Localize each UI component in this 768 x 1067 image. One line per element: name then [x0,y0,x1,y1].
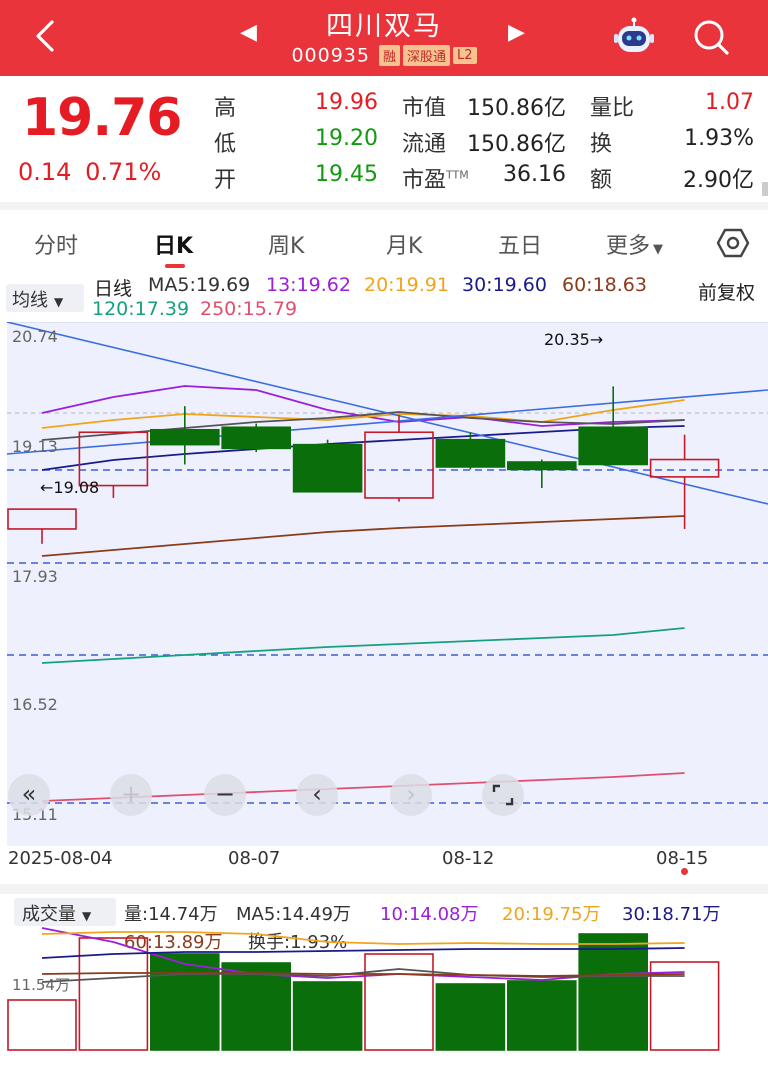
pe-value: 36.16 [503,162,566,187]
kline-chart[interactable]: 20.74 19.13 17.93 16.52 15.11 20.35→ ←19… [0,322,768,846]
stock-code: 000935 [291,44,370,67]
volume-bar [578,933,649,1051]
date-label: 08-12 [442,848,495,869]
date-label: 08-07 [228,848,281,869]
turnover-label: 换 [590,132,613,157]
candle-body [292,443,363,493]
volume-bar [7,999,77,1051]
ma30-legend: 30:19.60 [462,274,547,296]
ma120-legend: 120:17.39 [92,298,190,320]
period-label: 日线 [94,278,133,300]
tab-more-label: 更多 [606,234,651,259]
fullscreen-icon [492,784,514,806]
app-header: ◀ 四川双马 ▶ 000935 融深股通 L2 [0,0,768,76]
candle-body [150,428,220,446]
float-label: 流通 [402,132,447,157]
tab-intraday[interactable]: 分时 [34,228,78,260]
zoom-in-button[interactable]: + [110,774,152,816]
candle-body [578,426,649,466]
date-axis: 2025-08-04 08-07 08-12 08-15 [0,846,768,876]
rewind-button[interactable]: « [8,774,50,816]
low-value: 19.20 [315,126,378,151]
volume-bar [506,980,577,1051]
fullscreen-button[interactable] [482,774,524,816]
indicator-dropdown-label: 均线 [12,290,48,311]
price-axis-label: 17.93 [12,567,58,586]
float-value: 150.86亿 [467,132,566,157]
scroll-left-button[interactable]: ‹ [296,774,338,816]
ma-legend: 均线 ▼ 日线 MA5:19.69 13:19.62 20:19.91 30:19… [0,272,768,320]
price-axis-label: 20.74 [12,327,58,346]
tab-daily-k[interactable]: 日K [154,228,193,260]
open-label: 开 [214,168,237,193]
caret-down-icon: ▼ [54,295,64,309]
chart-background [7,322,768,846]
tab-five-day[interactable]: 五日 [498,228,542,260]
quote-panel: 19.76 0.14 0.71% 高 低 开 19.96 19.20 19.45… [0,76,768,202]
current-date-dot [681,868,688,875]
panel-scroll-handle[interactable] [762,182,768,196]
amount-label: 额 [590,168,613,193]
vol-ratio-value: 1.07 [705,90,754,115]
mcap-label: 市值 [402,96,447,121]
change-percent: 0.71% [85,158,162,186]
price-axis-label: 16.52 [12,695,58,714]
volume-chart[interactable]: 11.54万 [0,922,768,1067]
section-divider [0,202,768,210]
ma5-legend: MA5:19.69 [148,274,251,296]
tab-more[interactable]: 更多 ▼ [606,228,663,260]
search-icon[interactable] [690,16,732,58]
tab-monthly-k[interactable]: 月K [386,228,422,260]
mcap-value: 150.86亿 [467,96,566,121]
indicator-dropdown[interactable]: 均线 ▼ [6,284,84,312]
section-divider [0,884,768,894]
date-label: 08-15 [656,848,709,869]
caret-down-icon: ▼ [82,909,92,923]
adjust-mode[interactable]: 前复权 [698,278,755,305]
high-label: 高 [214,96,237,121]
tab-weekly-k[interactable]: 周K [268,228,304,260]
change-amount: 0.14 [18,158,72,186]
low-annotation: ←19.08 [40,478,99,497]
candle-body [221,426,291,450]
robot-assistant-icon[interactable] [612,16,656,56]
candle-body [506,461,577,471]
active-tab-indicator [165,264,185,268]
price-change: 0.14 0.71% [18,158,167,186]
volume-axis-label: 11.54万 [12,976,70,994]
connect-tag: 深股通 [403,45,451,66]
ma60-legend: 60:18.63 [562,274,647,296]
ma13-legend: 13:19.62 [266,274,351,296]
l2-tag: L2 [453,47,477,64]
ma20-legend: 20:19.91 [364,274,449,296]
ma250-legend: 250:15.79 [200,298,298,320]
volume-bar [435,983,506,1051]
zoom-out-button[interactable]: − [204,774,246,816]
period-tabs: 分时 日K 周K 月K 五日 更多 ▼ [0,214,768,270]
volume-bar [292,981,363,1051]
high-value: 19.96 [315,90,378,115]
last-price: 19.76 [22,88,182,148]
volume-bar [150,953,220,1051]
high-annotation: 20.35→ [544,330,603,349]
date-label: 2025-08-04 [8,848,113,869]
scroll-right-button[interactable]: › [390,774,432,816]
turnover-value: 1.93% [684,126,754,151]
amount-value: 2.90亿 [683,168,754,193]
open-value: 19.45 [315,162,378,187]
price-axis-label: 19.13 [12,437,58,456]
caret-down-icon: ▼ [653,242,664,257]
settings-icon[interactable] [716,226,750,260]
next-stock-button[interactable]: ▶ [508,20,525,45]
candle-body [435,438,506,468]
vol-ratio-label: 量比 [590,96,635,121]
low-label: 低 [214,132,237,157]
pe-label-text: 市盈 [402,168,447,193]
margin-tag: 融 [379,45,401,66]
